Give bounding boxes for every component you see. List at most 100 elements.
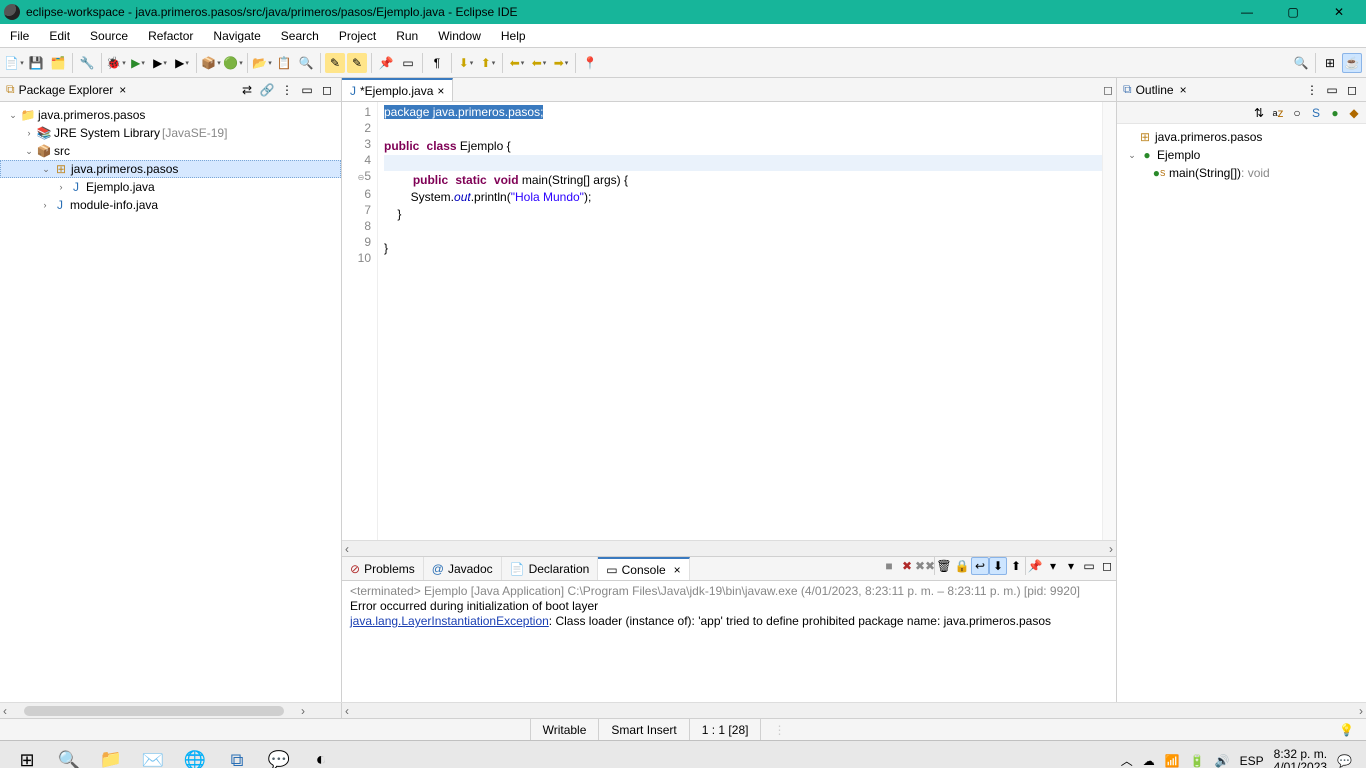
outline-sort-icon[interactable]: ⇅ <box>1251 105 1267 121</box>
console-scroll-lock-icon[interactable]: 🔒 <box>953 557 971 575</box>
outline-focus-icon[interactable]: ⋮ <box>1304 82 1320 98</box>
start-button[interactable]: ⊞ <box>6 741 48 768</box>
java-perspective-button[interactable]: ☕ <box>1342 53 1362 73</box>
open-perspective-button[interactable]: ⊞ <box>1320 53 1340 73</box>
open-task-button[interactable]: 📋 <box>274 53 294 73</box>
workspace-hscroll[interactable]: ‹› ‹› <box>0 702 1366 718</box>
package-explorer-tree[interactable]: ⌄ 📁 java.primeros.pasos › 📚 JRE System L… <box>0 102 341 702</box>
new-java-pkg-button[interactable]: 📦 <box>201 53 221 73</box>
outline-class[interactable]: ⌄ ● Ejemplo <box>1117 146 1366 164</box>
console-exception-link[interactable]: java.lang.LayerInstantiationException <box>350 614 549 628</box>
status-tip-icon[interactable]: 💡 <box>1327 719 1366 740</box>
console-clear-icon[interactable]: 🗑 <box>935 557 953 575</box>
new-button[interactable]: 📄 <box>4 53 24 73</box>
tree-src[interactable]: ⌄ 📦 src <box>0 142 341 160</box>
tree-project[interactable]: ⌄ 📁 java.primeros.pasos <box>0 106 341 124</box>
tree-twisty-open[interactable]: ⌄ <box>6 110 20 121</box>
console-remove-icon[interactable]: ✖ <box>898 557 916 575</box>
pin-button[interactable]: 📌 <box>376 53 396 73</box>
console-pin-icon[interactable]: 📌 <box>1026 557 1044 575</box>
tray-clock[interactable]: 8:32 p. m. 4/01/2023 <box>1274 748 1327 768</box>
tree-file-ejemplo[interactable]: › J Ejemplo.java <box>0 178 341 196</box>
tray-battery-icon[interactable]: 🔋 <box>1190 754 1205 768</box>
outline-hide-static-icon[interactable]: S <box>1308 105 1324 121</box>
menu-search[interactable]: Search <box>271 24 329 47</box>
outline-min-icon[interactable]: ▭ <box>1324 82 1340 98</box>
forward-button[interactable]: ➡ <box>551 53 571 73</box>
save-all-button[interactable]: 🗂️ <box>48 53 68 73</box>
editor-tab-ejemplo[interactable]: J *Ejemplo.java × <box>342 78 453 101</box>
prev-ann-button[interactable]: ⬆ <box>478 53 498 73</box>
tree-twisty-closed[interactable]: › <box>38 200 52 210</box>
console-output[interactable]: <terminated> Ejemplo [Java Application] … <box>342 581 1116 702</box>
tray-volume-icon[interactable]: 🔊 <box>1215 754 1230 768</box>
menu-navigate[interactable]: Navigate <box>203 24 270 47</box>
editor-hscroll[interactable]: ‹ › <box>342 540 1116 556</box>
menu-help[interactable]: Help <box>491 24 536 47</box>
last-edit-button[interactable]: ⬅ <box>507 53 527 73</box>
search-taskbar-icon[interactable]: 🔍 <box>48 741 90 768</box>
minimize-view-icon[interactable]: ▭ <box>299 82 315 98</box>
menu-window[interactable]: Window <box>428 24 491 47</box>
tray-language[interactable]: ESP <box>1240 754 1264 768</box>
tree-twisty-closed[interactable]: › <box>54 182 68 192</box>
tab-declaration[interactable]: 📄Declaration <box>502 557 599 580</box>
menu-edit[interactable]: Edit <box>39 24 80 47</box>
tree-twisty-open[interactable]: ⌄ <box>22 146 36 157</box>
chrome-taskbar-icon[interactable]: 🌐 <box>174 741 216 768</box>
console-show-on-err-icon[interactable]: ⬆ <box>1007 557 1025 575</box>
outline-hide-local-icon[interactable]: ◆ <box>1346 105 1362 121</box>
tree-file-module[interactable]: › J module-info.java <box>0 196 341 214</box>
collapse-all-icon[interactable]: ⇄ <box>239 82 255 98</box>
tree-package[interactable]: ⌄ ⊞ java.primeros.pasos <box>0 160 341 178</box>
whatsapp-taskbar-icon[interactable]: 💬 <box>258 741 300 768</box>
tree-jre[interactable]: › 📚 JRE System Library [JavaSE-19] <box>0 124 341 142</box>
outline-hide-nonpublic-icon[interactable]: ● <box>1327 105 1343 121</box>
console-max-icon[interactable]: ◻ <box>1098 557 1116 575</box>
new-java-class-button[interactable]: 🟢 <box>223 53 243 73</box>
tray-wifi-icon[interactable]: 📶 <box>1165 754 1180 768</box>
maximize-view-icon[interactable]: ◻ <box>319 82 335 98</box>
tab-javadoc[interactable]: @Javadoc <box>424 557 502 580</box>
code-editor[interactable]: 1 2 3 4 ⊖5 6 7 8 9 10 package java.prime… <box>342 102 1116 540</box>
run-last-button[interactable]: ▶ <box>172 53 192 73</box>
tree-twisty-closed[interactable]: › <box>22 128 36 138</box>
minimize-button[interactable]: — <box>1224 0 1270 24</box>
console-min-icon[interactable]: ▭ <box>1080 557 1098 575</box>
toggle-block-button[interactable]: ✎ <box>347 53 367 73</box>
outline-az-icon[interactable]: az <box>1270 105 1286 121</box>
menu-project[interactable]: Project <box>329 24 386 47</box>
tab-console[interactable]: ▭Console× <box>598 557 689 580</box>
outline-package[interactable]: ⊞ java.primeros.pasos <box>1117 128 1366 146</box>
menu-file[interactable]: File <box>0 24 39 47</box>
link-editor-icon[interactable]: 🔗 <box>259 82 275 98</box>
view-menu-icon[interactable]: ⋮ <box>279 82 295 98</box>
console-display-icon[interactable]: ▾ <box>1044 557 1062 575</box>
outline-close[interactable]: × <box>1178 83 1189 97</box>
console-terminate-icon[interactable]: ■ <box>880 557 898 575</box>
search-button[interactable]: 🔍 <box>296 53 316 73</box>
run-button[interactable]: ▶ <box>128 53 148 73</box>
code-content[interactable]: package java.primeros.pasos; public clas… <box>378 102 1102 540</box>
console-new-icon[interactable]: ▾ <box>1062 557 1080 575</box>
outline-tree[interactable]: ⊞ java.primeros.pasos ⌄ ● Ejemplo ●S mai… <box>1117 124 1366 702</box>
paragraph-button[interactable]: ¶ <box>427 53 447 73</box>
editor-restore-icon[interactable]: ◻ <box>1100 78 1116 101</box>
maximize-button[interactable]: ▢ <box>1270 0 1316 24</box>
outline-max-icon[interactable]: ◻ <box>1344 82 1360 98</box>
eclipse-taskbar-icon[interactable]: ◐ <box>300 741 342 768</box>
save-button[interactable]: 💾 <box>26 53 46 73</box>
toggle-mark-button[interactable]: ✎ <box>325 53 345 73</box>
build-button[interactable]: 🔧 <box>77 53 97 73</box>
show-whitespace-button[interactable]: ▭ <box>398 53 418 73</box>
quick-access-button[interactable]: 🔍 <box>1291 53 1311 73</box>
close-button[interactable]: ✕ <box>1316 0 1362 24</box>
menu-run[interactable]: Run <box>386 24 428 47</box>
menu-refactor[interactable]: Refactor <box>138 24 203 47</box>
coverage-button[interactable]: ▶ <box>150 53 170 73</box>
tree-twisty-open[interactable]: ⌄ <box>1125 150 1139 161</box>
next-ann-button[interactable]: ⬇ <box>456 53 476 73</box>
console-wrap-icon[interactable]: ↩ <box>971 557 989 575</box>
tree-twisty-open[interactable]: ⌄ <box>39 164 53 175</box>
console-show-on-out-icon[interactable]: ⬇ <box>989 557 1007 575</box>
